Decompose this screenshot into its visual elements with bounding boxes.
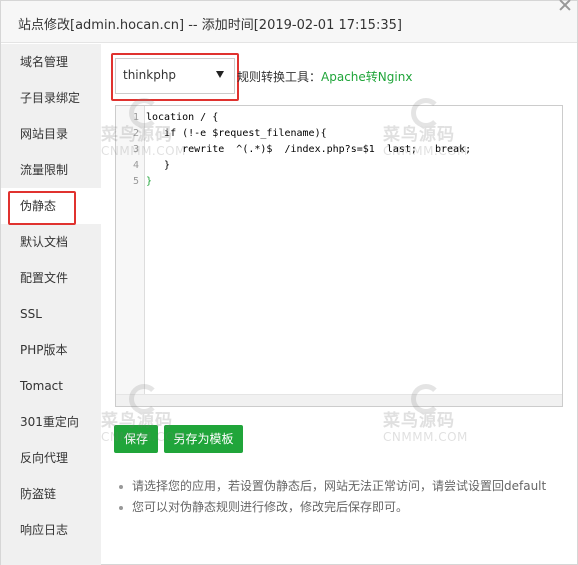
tip-item: 请选择您的应用，若设置伪静态后，网站无法正常访问，请尝试设置回default <box>116 476 566 497</box>
line-number: 1 <box>132 112 139 123</box>
tips-list: 请选择您的应用，若设置伪静态后，网站无法正常访问，请尝试设置回default 您… <box>116 476 566 518</box>
line-number: 2 <box>132 128 139 139</box>
sidebar-item-subdir[interactable]: 子目录绑定 <box>1 80 101 116</box>
sidebar-item-config-file[interactable]: 配置文件 <box>1 260 101 296</box>
active-item-highlight <box>8 191 76 225</box>
horizontal-scrollbar[interactable] <box>116 394 562 406</box>
rewrite-rule-select[interactable]: thinkphp <box>115 58 235 94</box>
converter-tool: 规则转换工具：Apache转Nginx <box>237 68 412 85</box>
code-line: rewrite ^(.*)$ /index.php?s=$1 last; bre… <box>146 144 472 155</box>
line-number: 4 <box>132 160 139 171</box>
sidebar-item-domain[interactable]: 域名管理 <box>1 44 101 80</box>
sidebar-item-ssl[interactable]: SSL <box>1 296 101 332</box>
line-number: 3 <box>132 144 139 155</box>
code-line: } <box>146 176 153 187</box>
sidebar-item-php-version[interactable]: PHP版本 <box>1 332 101 368</box>
close-icon[interactable] <box>557 0 573 13</box>
sidebar-item-traffic[interactable]: 流量限制 <box>1 152 101 188</box>
code-line: } <box>146 160 171 171</box>
sidebar-item-reverse-proxy[interactable]: 反向代理 <box>1 440 101 476</box>
save-as-template-button[interactable]: 另存为模板 <box>164 425 243 453</box>
rewrite-code-editor[interactable]: 1 2 3 4 5 location / { if (!-e $request_… <box>115 105 563 407</box>
watermark-text: 菜鸟源码 <box>383 411 455 431</box>
title-bar: 站点修改[admin.hocan.cn] -- 添加时间[2019-02-01 … <box>1 1 577 43</box>
sidebar-item-response-log[interactable]: 响应日志 <box>1 512 101 548</box>
sidebar-item-hotlink[interactable]: 防盗链 <box>1 476 101 512</box>
caret-down-icon <box>216 71 224 78</box>
code-line: if (!-e $request_filename){ <box>146 128 327 139</box>
line-number: 5 <box>132 176 139 187</box>
sidebar-item-site-dir[interactable]: 网站目录 <box>1 116 101 152</box>
line-gutter: 1 2 3 4 5 <box>116 106 145 406</box>
code-line: location / { <box>146 112 219 123</box>
watermark-subtext: CNMMM.COM <box>383 430 468 444</box>
settings-sidebar: 域名管理 子目录绑定 网站目录 流量限制 伪静态 默认文档 配置文件 SSL P… <box>1 44 101 565</box>
dialog-title: 站点修改[admin.hocan.cn] -- 添加时间[2019-02-01 … <box>18 18 402 33</box>
sidebar-item-tomcat[interactable]: Tomact <box>1 368 101 404</box>
site-edit-dialog: 站点修改[admin.hocan.cn] -- 添加时间[2019-02-01 … <box>0 0 578 565</box>
sidebar-item-default-doc[interactable]: 默认文档 <box>1 224 101 260</box>
converter-label: 规则转换工具： <box>237 70 322 84</box>
sidebar-item-301-redirect[interactable]: 301重定向 <box>1 404 101 440</box>
save-button[interactable]: 保存 <box>114 425 158 453</box>
selected-rule: thinkphp <box>123 68 177 82</box>
tip-item: 您可以对伪静态规则进行修改，修改完后保存即可。 <box>116 497 566 518</box>
converter-link[interactable]: Apache转Nginx <box>321 70 412 84</box>
